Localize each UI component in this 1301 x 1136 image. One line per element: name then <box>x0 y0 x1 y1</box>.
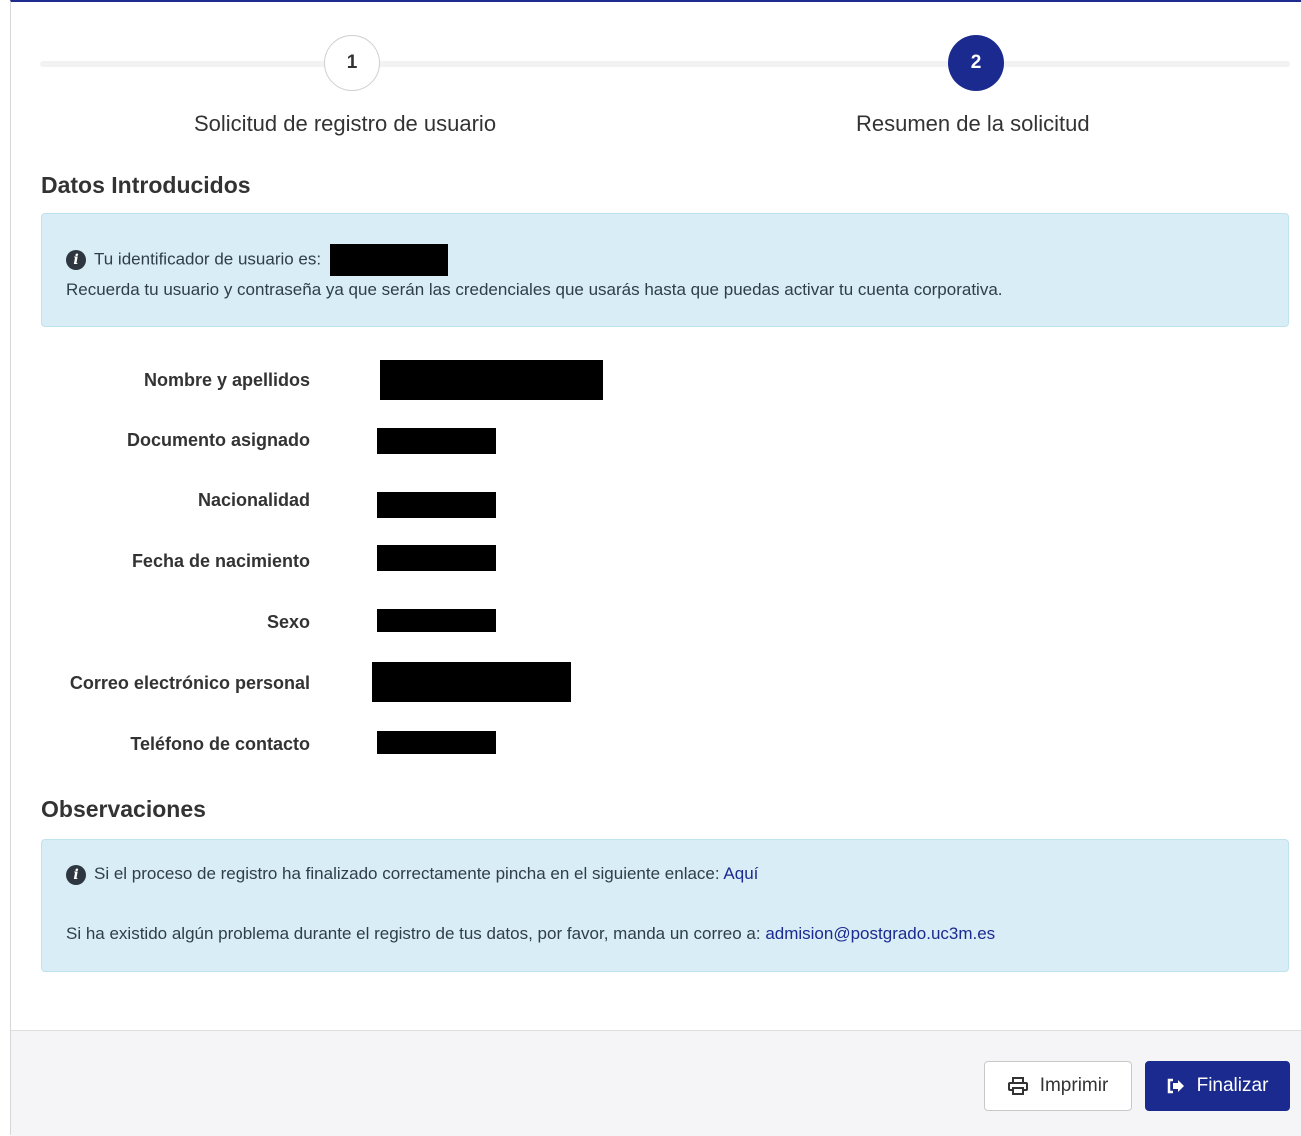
observaciones-alert: i Si el proceso de registro ha finalizado… <box>41 839 1289 972</box>
field-value-documento-redacted <box>377 428 496 454</box>
field-row-nombre: Nombre y apellidos <box>40 360 1290 400</box>
field-value-nacionalidad-redacted <box>377 492 496 518</box>
finish-button-label: Finalizar <box>1196 1075 1269 1096</box>
stepper-track <box>40 61 1290 67</box>
step-2-label: Resumen de la solicitud <box>856 111 1090 136</box>
email-link[interactable]: admision@postgrado.uc3m.es <box>765 924 995 943</box>
footer-bar: Imprimir Finalizar <box>11 1030 1301 1136</box>
step-1-circle[interactable]: 1 <box>324 35 380 91</box>
observaciones-line-1-text: Si el proceso de registro ha finalizado … <box>94 864 720 883</box>
info-icon: i <box>66 250 86 270</box>
field-value-nombre-redacted <box>380 360 603 400</box>
user-id-redacted <box>329 244 448 276</box>
print-button[interactable]: Imprimir <box>984 1061 1132 1111</box>
step-1-label: Solicitud de registro de usuario <box>194 111 497 136</box>
field-label-correo: Correo electrónico personal <box>69 673 310 693</box>
field-label-documento: Documento asignado <box>126 430 310 450</box>
step-1-number: 1 <box>346 52 358 73</box>
field-label-nacionalidad: Nacionalidad <box>197 490 310 510</box>
observaciones-line-2-text: Si ha existido algún problema durante el… <box>66 924 761 943</box>
field-label-nombre: Nombre y apellidos <box>143 370 310 390</box>
field-row-sexo: Sexo <box>40 609 1290 649</box>
print-button-label: Imprimir <box>1039 1075 1109 1096</box>
field-label-fecha: Fecha de nacimiento <box>131 551 310 571</box>
step-2-circle[interactable]: 2 <box>948 35 1004 91</box>
info-icon: i <box>66 864 86 885</box>
field-value-sexo-redacted <box>377 609 496 632</box>
field-row-nacionalidad: Nacionalidad <box>40 490 1290 532</box>
observaciones-line-1: i Si el proceso de registro ha finalizado… <box>66 864 758 885</box>
user-id-prefix: Tu identificador de usuario es: <box>94 249 322 269</box>
print-icon <box>1007 1077 1028 1095</box>
step-2-number: 2 <box>970 52 982 73</box>
section-title-datos: Datos Introducidos <box>41 172 251 198</box>
sign-out-icon <box>1167 1078 1184 1094</box>
section-title-observaciones: Observaciones <box>41 796 206 822</box>
field-value-correo-redacted <box>372 662 571 702</box>
field-row-telefono: Teléfono de contacto <box>40 731 1290 771</box>
aqui-link[interactable]: Aquí <box>723 864 758 883</box>
field-label-sexo: Sexo <box>266 612 310 632</box>
finish-button[interactable]: Finalizar <box>1145 1061 1290 1111</box>
field-value-telefono-redacted <box>377 731 496 754</box>
user-id-alert: i Tu identificador de usuario es: Recuerd… <box>41 213 1289 327</box>
field-row-fecha: Fecha de nacimiento <box>40 545 1290 585</box>
field-row-correo: Correo electrónico personal <box>40 662 1290 702</box>
observaciones-line-2: Si ha existido algún problema durante el… <box>66 924 995 944</box>
field-label-telefono: Teléfono de contacto <box>130 734 310 754</box>
user-id-note: Recuerda tu usuario y contraseña ya que … <box>66 280 1003 299</box>
field-row-documento: Documento asignado <box>40 428 1290 468</box>
user-id-line: i Tu identificador de usuario es: <box>66 244 448 276</box>
field-value-fecha-redacted <box>377 545 496 571</box>
